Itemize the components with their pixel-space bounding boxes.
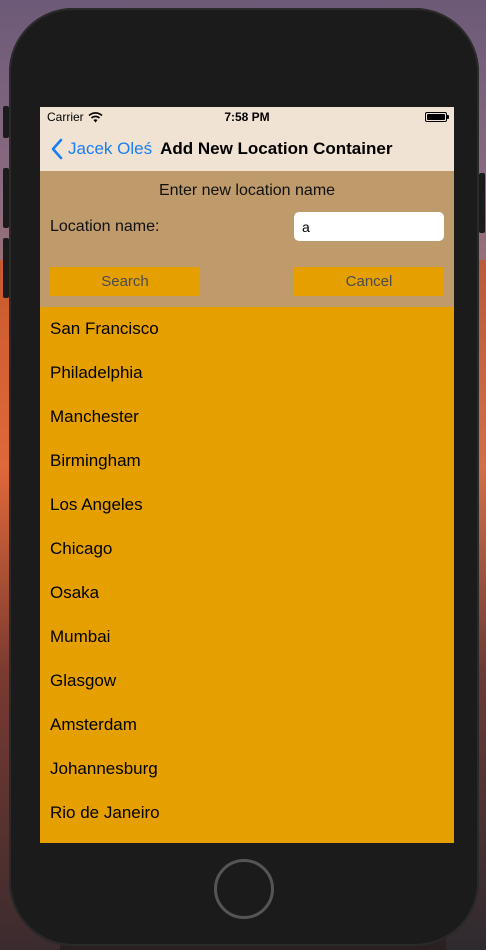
chevron-left-icon <box>51 138 63 160</box>
status-bar: Carrier 7:58 PM <box>40 107 454 127</box>
search-button[interactable]: Search <box>50 267 200 296</box>
location-form: Enter new location name Location name: S… <box>40 171 454 307</box>
list-item[interactable]: Philadelphia <box>40 351 454 395</box>
navigation-bar: Jacek Oleś Add New Location Container <box>40 127 454 171</box>
back-button[interactable]: Jacek Oleś <box>50 138 152 160</box>
list-item[interactable]: Glasgow <box>40 659 454 703</box>
app-screen: Carrier 7:58 PM Jacek Oleś Add New Locat… <box>40 107 454 843</box>
list-item[interactable]: Birmingham <box>40 439 454 483</box>
battery-icon <box>425 112 449 122</box>
status-time: 7:58 PM <box>224 110 270 124</box>
form-prompt: Enter new location name <box>158 182 336 199</box>
list-item[interactable]: Los Angeles <box>40 483 454 527</box>
list-item[interactable]: Amsterdam <box>40 703 454 747</box>
mute-switch <box>3 106 9 138</box>
list-item[interactable]: Mumbai <box>40 615 454 659</box>
list-item[interactable]: Chicago <box>40 527 454 571</box>
volume-up-button <box>3 168 9 228</box>
power-button <box>479 173 485 233</box>
list-item[interactable]: San Francisco <box>40 307 454 351</box>
page-title: Add New Location Container <box>160 139 393 158</box>
list-item[interactable]: Osaka <box>40 571 454 615</box>
list-item[interactable]: Rio de Janeiro <box>40 791 454 835</box>
battery-level <box>427 114 445 120</box>
volume-down-button <box>3 238 9 298</box>
location-name-label: Location name: <box>50 218 160 235</box>
back-button-label: Jacek Oleś <box>68 139 153 158</box>
list-item[interactable]: Manchester <box>40 395 454 439</box>
location-results-list: San Francisco Philadelphia Manchester Bi… <box>40 307 454 835</box>
cancel-button[interactable]: Cancel <box>294 267 444 296</box>
list-item[interactable]: Johannesburg <box>40 747 454 791</box>
location-name-input[interactable] <box>294 212 444 241</box>
home-button[interactable] <box>214 859 274 919</box>
